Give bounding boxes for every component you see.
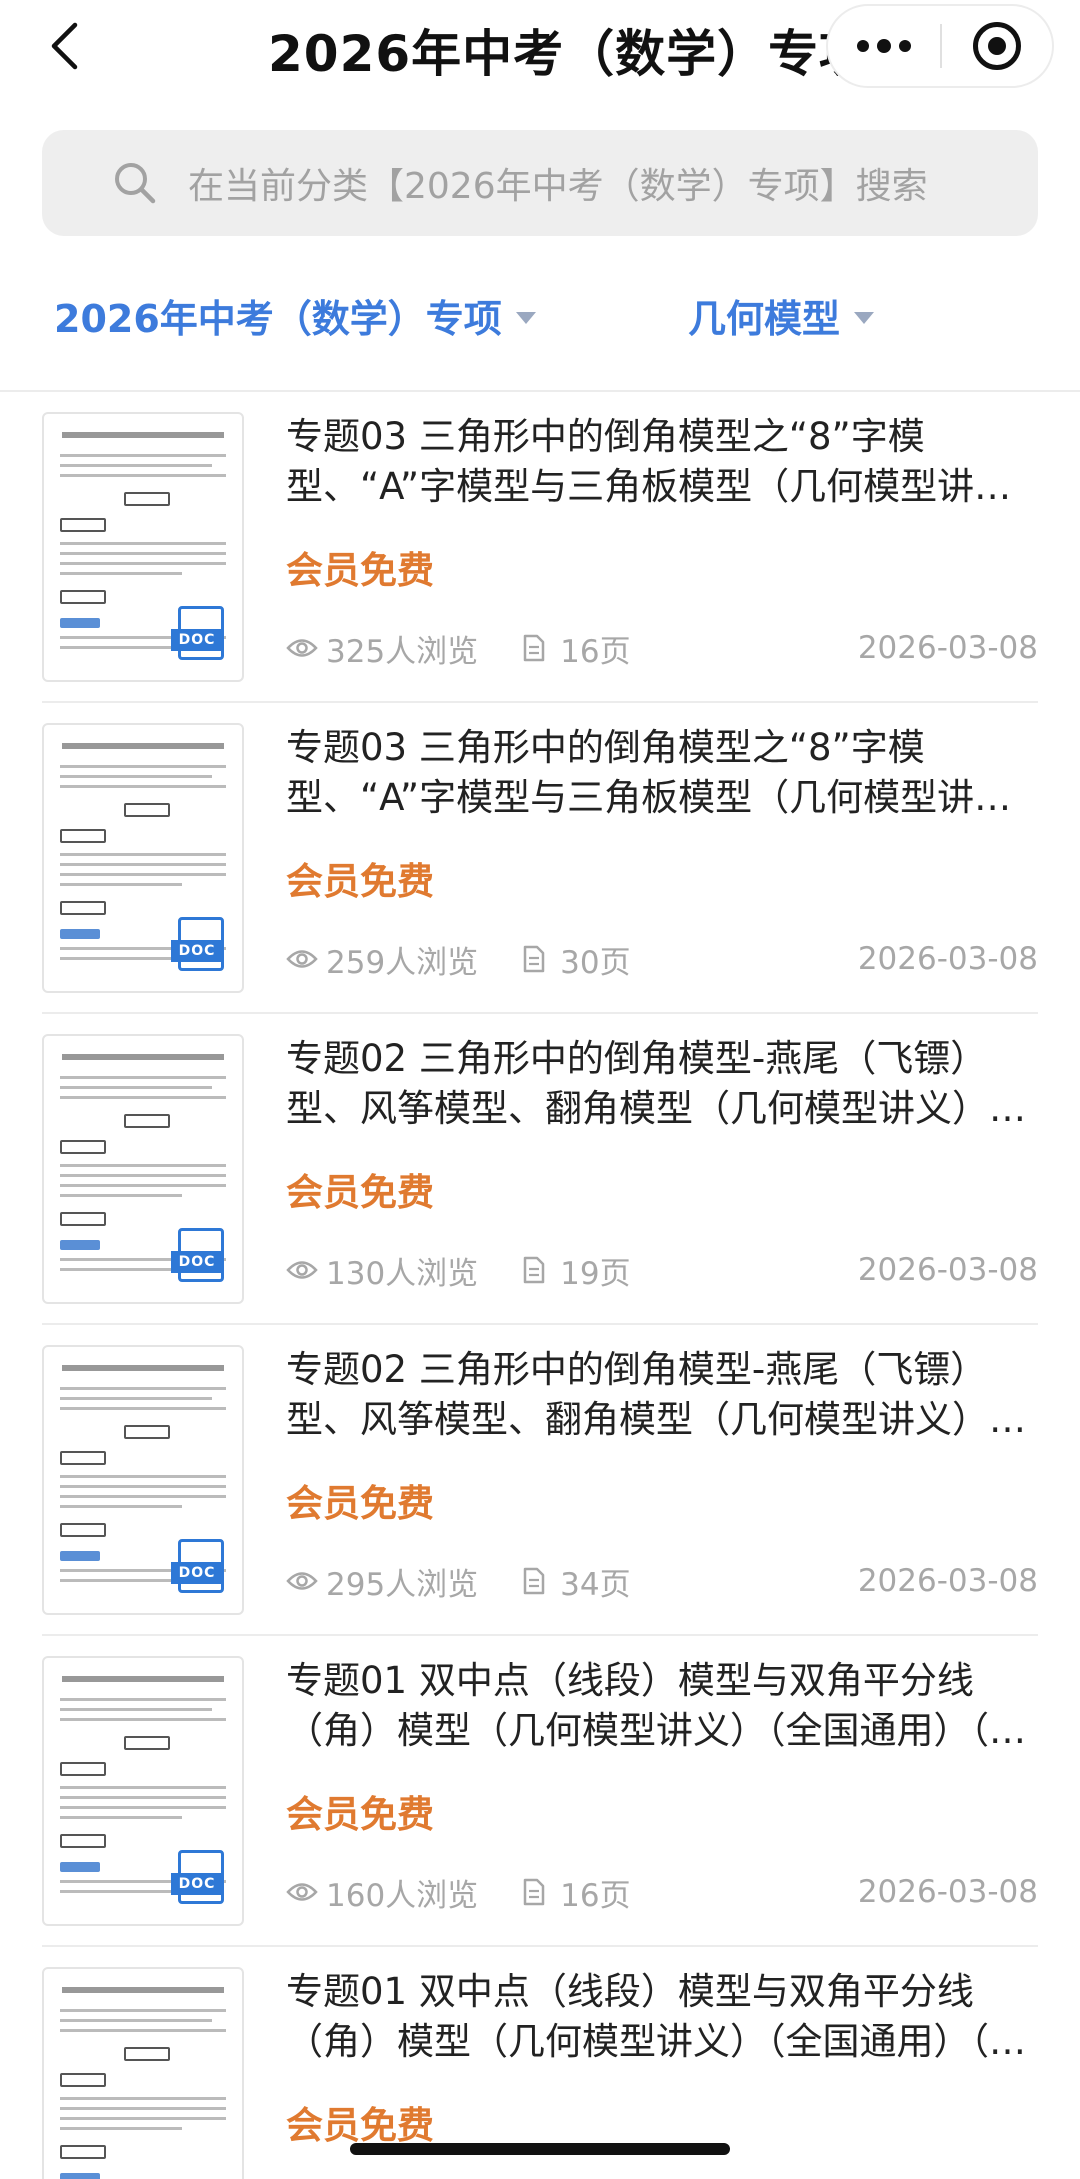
doc-file-icon: DOC: [171, 606, 224, 660]
eye-icon: [286, 1572, 318, 1590]
document-title: 专题03 三角形中的倒角模型之“8”字模型、“A”字模型与三角板模型（几何模型讲…: [286, 415, 1030, 508]
price-label: 会员免费: [286, 1171, 434, 1214]
back-button[interactable]: [36, 18, 92, 74]
page-icon: [523, 1878, 545, 1906]
page-icon: [523, 634, 545, 662]
page-icon: [523, 945, 545, 973]
price-label: 会员免费: [286, 549, 434, 592]
home-indicator[interactable]: [350, 2143, 730, 2155]
search-placeholder: 在当前分类【2026年中考（数学）专项】搜索: [188, 166, 928, 207]
list-item[interactable]: DOC 专题01 双中点（线段）模型与双角平分线（角）模型（几何模型讲义）（全国…: [0, 1636, 1080, 1947]
page-count: 19页: [560, 1255, 631, 1292]
doc-badge: DOC: [171, 1873, 223, 1895]
view-count: 325人浏览: [326, 633, 479, 670]
document-meta: 259人浏览 30页 2026-03-08: [286, 939, 1038, 981]
subcategory-filter-label: 几何模型: [688, 297, 841, 341]
document-title: 专题01 双中点（线段）模型与双角平分线（角）模型（几何模型讲义）（全国通用）（…: [286, 1659, 1026, 1752]
document-thumbnail: DOC: [42, 723, 244, 993]
search-input[interactable]: 在当前分类【2026年中考（数学）专项】搜索: [42, 130, 1038, 236]
eye-icon: [286, 1261, 318, 1279]
page: 2026年中考（数学）专项 在当前分类【2026年中考（数学）专项】搜索 202…: [0, 0, 1080, 2179]
publish-date: 2026-03-08: [857, 1252, 1038, 1288]
publish-date: 2026-03-08: [857, 941, 1038, 977]
doc-file-icon: DOC: [171, 1539, 224, 1593]
doc-badge: DOC: [171, 1562, 223, 1584]
document-thumbnail: DOC: [42, 1345, 244, 1615]
target-icon: [973, 22, 1021, 70]
more-button[interactable]: [828, 6, 940, 86]
doc-badge: DOC: [171, 940, 223, 962]
category-filter-label: 2026年中考（数学）专项: [54, 297, 502, 341]
document-meta: 160人浏览 16页 2026-03-08: [286, 1872, 1038, 1914]
publish-date: 2026-03-08: [857, 630, 1038, 666]
eye-icon: [286, 639, 318, 657]
page-icon: [523, 1256, 545, 1284]
document-title: 专题01 双中点（线段）模型与双角平分线（角）模型（几何模型讲义）（全国通用）（…: [286, 1970, 1026, 2063]
page-icon: [523, 1567, 545, 1595]
search-icon: [115, 163, 156, 204]
publish-date: 2026-03-08: [857, 1874, 1038, 1910]
document-meta: 130人浏览 19页 2026-03-08: [286, 1250, 1038, 1292]
document-list: DOC 专题03 三角形中的倒角模型之“8”字模型、“A”字模型与三角板模型（几…: [0, 392, 1080, 2179]
document-title: 专题02 三角形中的倒角模型-燕尾（飞镖）型、风筝模型、翻角模型（几何模型讲义）…: [286, 1348, 989, 1441]
doc-file-icon: DOC: [171, 1228, 224, 1282]
document-thumbnail: [42, 1967, 244, 2179]
caret-down-icon: [515, 311, 536, 324]
list-item[interactable]: DOC 专题02 三角形中的倒角模型-燕尾（飞镖）型、风筝模型、翻角模型（几何模…: [0, 1014, 1080, 1325]
doc-badge: DOC: [171, 1251, 223, 1273]
document-meta: 295人浏览 34页 2026-03-08: [286, 1561, 1038, 1603]
document-thumbnail: DOC: [42, 412, 244, 682]
page-title: 2026年中考（数学）专项: [268, 25, 871, 83]
close-mini-program-button[interactable]: [942, 6, 1052, 86]
subcategory-filter[interactable]: 几何模型: [688, 288, 875, 343]
doc-badge: DOC: [171, 629, 223, 651]
view-count: 160人浏览: [326, 1877, 479, 1914]
eye-icon: [286, 1883, 318, 1901]
top-bar: 2026年中考（数学）专项: [0, 0, 1080, 110]
category-filter[interactable]: 2026年中考（数学）专项: [54, 288, 536, 343]
page-count: 30页: [560, 944, 631, 981]
filter-bar: 2026年中考（数学）专项 几何模型: [0, 270, 1080, 360]
price-label: 会员免费: [286, 860, 434, 903]
document-thumbnail: DOC: [42, 1034, 244, 1304]
price-label: 会员免费: [286, 1482, 434, 1525]
publish-date: 2026-03-08: [857, 1563, 1038, 1599]
document-title: 专题03 三角形中的倒角模型之“8”字模型、“A”字模型与三角板模型（几何模型讲…: [286, 726, 1030, 819]
mini-program-capsule: [826, 4, 1054, 88]
doc-file-icon: DOC: [171, 1850, 224, 1904]
page-count: 16页: [560, 1877, 631, 1914]
list-item[interactable]: DOC 专题03 三角形中的倒角模型之“8”字模型、“A”字模型与三角板模型（几…: [0, 703, 1080, 1014]
caret-down-icon: [854, 311, 875, 324]
document-thumbnail: DOC: [42, 1656, 244, 1926]
chevron-left-icon: [51, 22, 78, 70]
doc-file-icon: DOC: [171, 917, 224, 971]
page-count: 16页: [560, 633, 631, 670]
list-item[interactable]: DOC 专题02 三角形中的倒角模型-燕尾（飞镖）型、风筝模型、翻角模型（几何模…: [0, 1325, 1080, 1636]
view-count: 259人浏览: [326, 944, 479, 981]
page-count: 34页: [560, 1566, 631, 1603]
price-label: 会员免费: [286, 2104, 434, 2147]
eye-icon: [286, 950, 318, 968]
price-label: 会员免费: [286, 1793, 434, 1836]
document-title: 专题02 三角形中的倒角模型-燕尾（飞镖）型、风筝模型、翻角模型（几何模型讲义）…: [286, 1037, 989, 1130]
more-dots-icon: [857, 40, 869, 52]
view-count: 295人浏览: [326, 1566, 479, 1603]
document-meta: 325人浏览 16页 2026-03-08: [286, 628, 1038, 670]
list-item[interactable]: DOC 专题03 三角形中的倒角模型之“8”字模型、“A”字模型与三角板模型（几…: [0, 392, 1080, 703]
view-count: 130人浏览: [326, 1255, 479, 1292]
